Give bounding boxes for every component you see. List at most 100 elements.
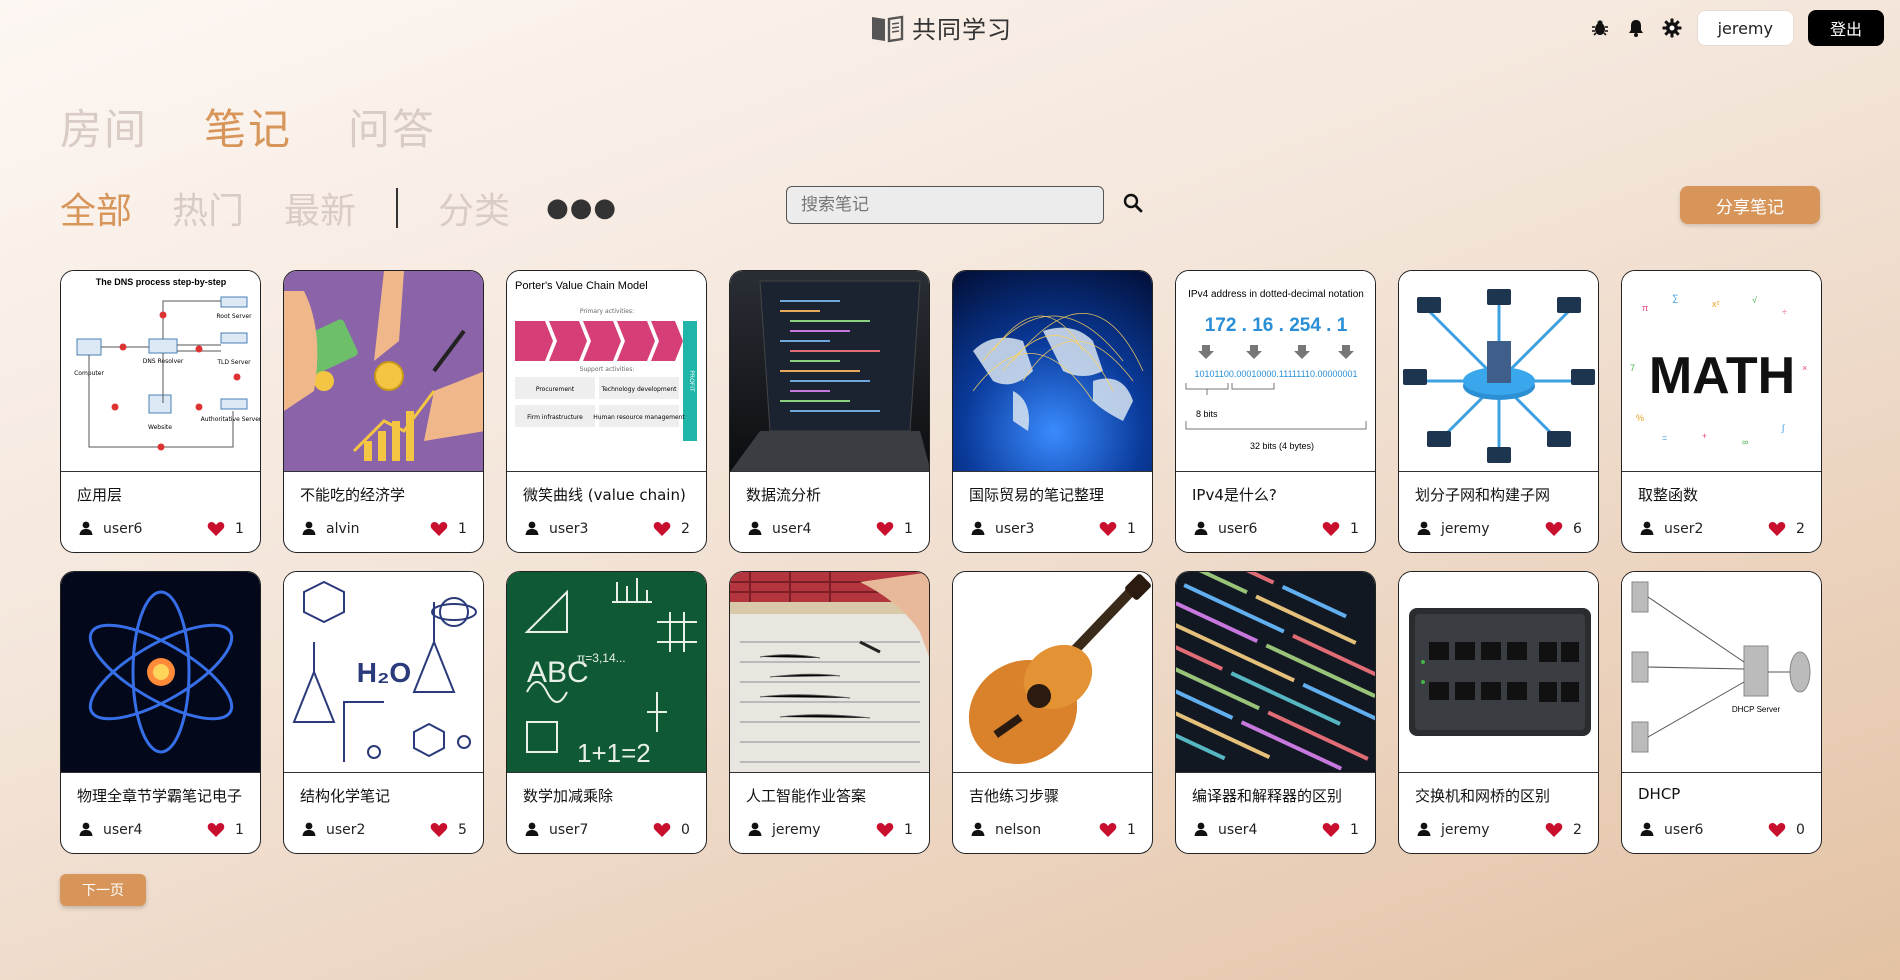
note-author[interactable]: jeremy (1441, 822, 1545, 838)
note-card[interactable]: 人工智能作业答案 jeremy 1 (729, 571, 930, 854)
note-card[interactable]: DHCP Server DHCP user6 0 (1621, 571, 1822, 854)
note-title[interactable]: 数学加减乘除 (523, 785, 699, 806)
note-card[interactable]: The DNS process step-by-step Computer DN… (60, 270, 261, 553)
note-thumbnail[interactable] (61, 572, 260, 773)
note-thumbnail[interactable] (953, 271, 1152, 472)
heart-icon[interactable] (1545, 521, 1563, 537)
note-thumbnail[interactable]: π ∑ x² √ ÷% = + ∞ ∫ × 7 MATH (1622, 271, 1821, 472)
note-thumbnail[interactable]: H₂O (284, 572, 483, 773)
note-title[interactable]: 不能吃的经济学 (300, 484, 476, 505)
filter-latest[interactable]: 最新 (284, 182, 356, 234)
note-card[interactable]: 数据流分析 user4 1 (729, 270, 930, 553)
note-thumbnail[interactable] (1399, 572, 1598, 773)
user-profile-button[interactable]: jeremy (1696, 10, 1794, 46)
note-card[interactable]: π=3,14... ABC 1+1=2 数学加减乘除 user7 0 (506, 571, 707, 854)
note-thumbnail[interactable] (1176, 572, 1375, 773)
person-icon (525, 521, 541, 537)
next-page-button[interactable]: 下一页 (60, 874, 146, 906)
heart-icon[interactable] (1099, 521, 1117, 537)
note-card[interactable]: 国际贸易的笔记整理 user3 1 (952, 270, 1153, 553)
note-author[interactable]: user4 (1218, 822, 1322, 838)
note-author[interactable]: user2 (1664, 521, 1768, 537)
note-title[interactable]: 编译器和解释器的区别 (1192, 785, 1368, 806)
note-title[interactable]: IPv4是什么? (1192, 484, 1368, 505)
note-card[interactable]: π ∑ x² √ ÷% = + ∞ ∫ × 7 MATH 取整函数 user2 2 (1621, 270, 1822, 553)
note-title[interactable]: DHCP (1638, 785, 1814, 803)
heart-icon[interactable] (876, 521, 894, 537)
note-card[interactable]: Porter's Value Chain Model Primary activ… (506, 270, 707, 553)
heart-icon[interactable] (653, 521, 671, 537)
filter-popular[interactable]: 热门 (172, 182, 244, 234)
heart-icon[interactable] (430, 521, 448, 537)
heart-icon[interactable] (1099, 822, 1117, 838)
note-author[interactable]: user4 (772, 521, 876, 537)
note-thumbnail[interactable] (1399, 271, 1598, 472)
note-thumbnail[interactable]: DHCP Server (1622, 572, 1821, 773)
note-title[interactable]: 吉他练习步骤 (969, 785, 1145, 806)
logout-button[interactable]: 登出 (1807, 10, 1884, 46)
note-title[interactable]: 应用层 (77, 484, 253, 505)
note-card[interactable]: IPv4 address in dotted-decimal notation … (1175, 270, 1376, 553)
note-thumbnail[interactable]: Porter's Value Chain Model Primary activ… (507, 271, 706, 472)
note-title[interactable]: 取整函数 (1638, 484, 1814, 505)
note-thumbnail[interactable] (730, 271, 929, 472)
note-title[interactable]: 数据流分析 (746, 484, 922, 505)
note-author[interactable]: user4 (103, 822, 207, 838)
filter-category[interactable]: 分类 (438, 182, 510, 234)
note-author[interactable]: user6 (103, 521, 207, 537)
note-thumbnail[interactable]: π=3,14... ABC 1+1=2 (507, 572, 706, 773)
note-thumbnail[interactable]: The DNS process step-by-step Computer DN… (61, 271, 260, 472)
tab-qa[interactable]: 问答 (348, 96, 436, 157)
note-author[interactable]: user6 (1664, 822, 1768, 838)
note-thumbnail[interactable]: IPv4 address in dotted-decimal notation … (1176, 271, 1375, 472)
note-card[interactable]: 不能吃的经济学 alvin 1 (283, 270, 484, 553)
tab-rooms[interactable]: 房间 (60, 96, 148, 157)
note-card[interactable]: 编译器和解释器的区别 user4 1 (1175, 571, 1376, 854)
heart-icon[interactable] (653, 822, 671, 838)
note-card[interactable]: 交换机和网桥的区别 jeremy 2 (1398, 571, 1599, 854)
heart-icon[interactable] (1322, 521, 1340, 537)
note-title[interactable]: 结构化学笔记 (300, 785, 476, 806)
note-title[interactable]: 物理全章节学霸笔记电子 (77, 785, 253, 806)
note-thumbnail[interactable] (953, 572, 1152, 773)
more-options-icon[interactable]: ●●● (546, 193, 617, 223)
note-card[interactable]: 吉他练习步骤 nelson 1 (952, 571, 1153, 854)
note-thumbnail[interactable] (730, 572, 929, 773)
note-title[interactable]: 划分子网和构建子网 (1415, 484, 1591, 505)
heart-icon[interactable] (1322, 822, 1340, 838)
note-title[interactable]: 人工智能作业答案 (746, 785, 922, 806)
note-author[interactable]: user3 (995, 521, 1099, 537)
note-title[interactable]: 国际贸易的笔记整理 (969, 484, 1145, 505)
note-author[interactable]: user7 (549, 822, 653, 838)
note-card[interactable]: H₂O 结构化学笔记 user2 5 (283, 571, 484, 854)
heart-icon[interactable] (207, 822, 225, 838)
heart-icon[interactable] (1768, 521, 1786, 537)
heart-icon[interactable] (876, 822, 894, 838)
bug-icon[interactable] (1589, 17, 1611, 39)
note-thumbnail[interactable] (284, 271, 483, 472)
note-card[interactable]: 物理全章节学霸笔记电子 user4 1 (60, 571, 261, 854)
note-author[interactable]: jeremy (772, 822, 876, 838)
note-card[interactable]: 划分子网和构建子网 jeremy 6 (1398, 270, 1599, 553)
tab-notes[interactable]: 笔记 (204, 96, 292, 157)
search-icon[interactable] (1122, 192, 1146, 216)
search-input[interactable] (786, 186, 1104, 224)
heart-icon[interactable] (207, 521, 225, 537)
share-note-button[interactable]: 分享笔记 (1680, 186, 1820, 224)
gear-icon[interactable] (1661, 17, 1683, 39)
heart-icon[interactable] (1768, 822, 1786, 838)
svg-text:Primary activities:: Primary activities: (580, 308, 634, 315)
brand[interactable]: 共同学习 (870, 10, 1012, 45)
note-title[interactable]: 交换机和网桥的区别 (1415, 785, 1591, 806)
note-author[interactable]: nelson (995, 822, 1099, 838)
note-author[interactable]: user2 (326, 822, 430, 838)
heart-icon[interactable] (430, 822, 448, 838)
note-author[interactable]: user3 (549, 521, 653, 537)
note-author[interactable]: jeremy (1441, 521, 1545, 537)
bell-icon[interactable] (1625, 17, 1647, 39)
note-author[interactable]: user6 (1218, 521, 1322, 537)
filter-all[interactable]: 全部 (60, 182, 132, 234)
note-author[interactable]: alvin (326, 521, 430, 537)
heart-icon[interactable] (1545, 822, 1563, 838)
note-title[interactable]: 微笑曲线 (value chain) (523, 484, 699, 505)
